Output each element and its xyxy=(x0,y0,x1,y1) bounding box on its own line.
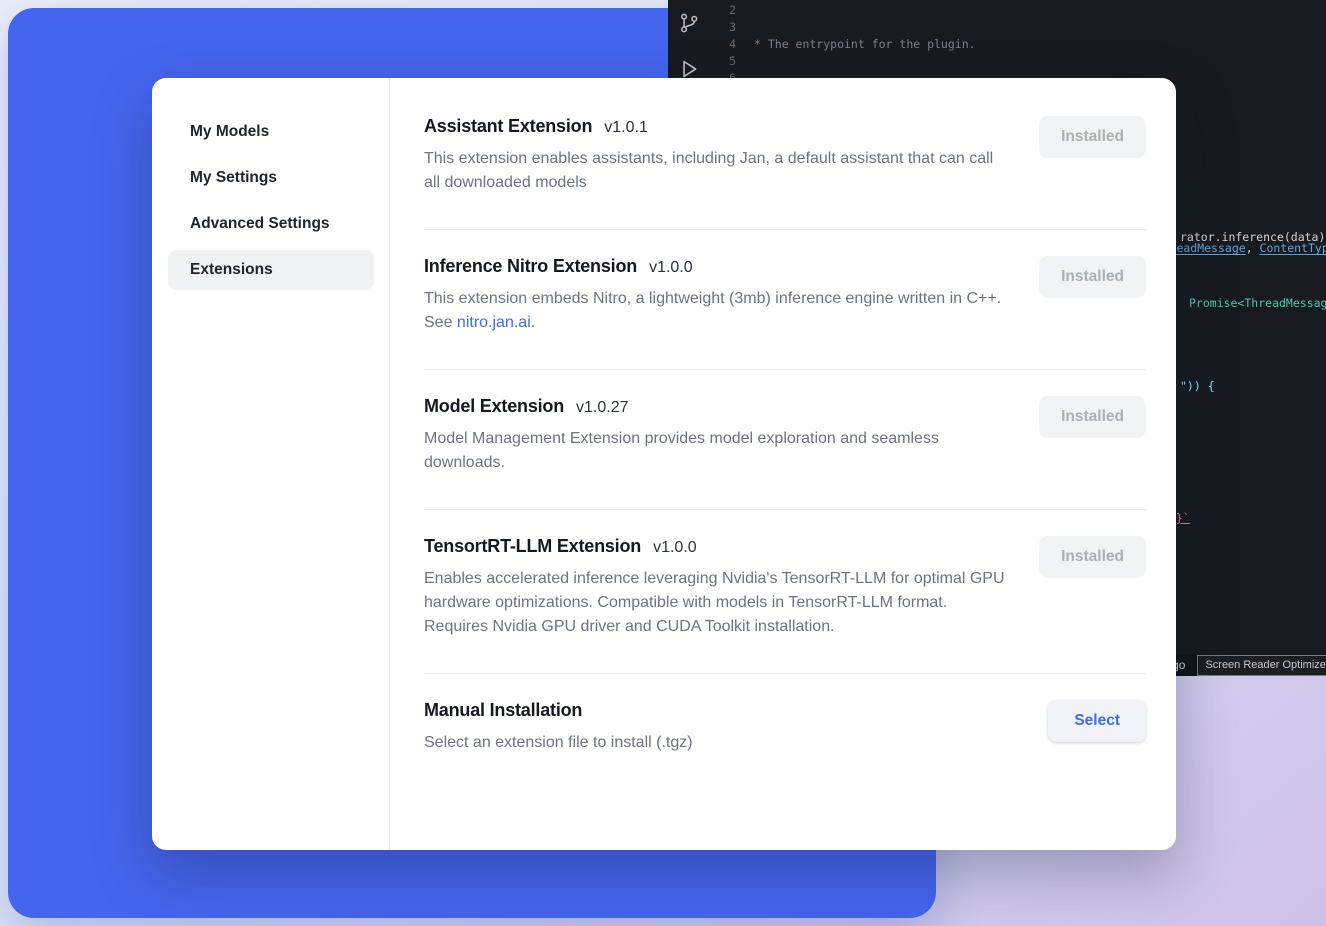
section-title: Manual Installation xyxy=(424,700,582,721)
sidebar-item-my-models[interactable]: My Models xyxy=(168,112,374,152)
section-version: v1.0.1 xyxy=(604,119,648,137)
installed-button: Installed xyxy=(1039,536,1146,578)
installed-button: Installed xyxy=(1039,396,1146,438)
screen-reader-badge[interactable]: Screen Reader Optimized xyxy=(1197,655,1326,676)
code-fragment: ")) { xyxy=(1180,378,1215,395)
manual-installation-section: Manual Installation Select an extension … xyxy=(424,674,1146,755)
code-line: * The entrypoint for the plugin. xyxy=(754,36,1326,53)
gutter-line: 4 xyxy=(714,36,736,53)
gutter-line: 3 xyxy=(714,19,736,36)
section-title: Inference Nitro Extension xyxy=(424,256,637,277)
section-description: Model Management Extension provides mode… xyxy=(424,427,1009,475)
installed-button: Installed xyxy=(1039,116,1146,158)
section-title: TensortRT-LLM Extension xyxy=(424,536,641,557)
section-description: This extension embeds Nitro, a lightweig… xyxy=(424,287,1009,335)
nitro-jan-ai-link[interactable]: nitro.jan.ai xyxy=(457,314,531,331)
gutter-line: 5 xyxy=(714,53,736,70)
code-fragment: rator.inference(data)); xyxy=(1180,229,1326,246)
section-description: Enables accelerated inference leveraging… xyxy=(424,567,1009,639)
installed-button: Installed xyxy=(1039,256,1146,298)
section-version: v1.0.0 xyxy=(653,539,697,557)
section-title: Model Extension xyxy=(424,396,564,417)
extension-section-tensorrt: TensortRT-LLM Extension v1.0.0 Enables a… xyxy=(424,510,1146,674)
sidebar-item-extensions[interactable]: Extensions xyxy=(168,250,374,290)
sidebar-item-my-settings[interactable]: My Settings xyxy=(168,158,374,198)
settings-sidebar: My Models My Settings Advanced Settings … xyxy=(152,78,390,850)
extensions-panel: Assistant Extension v1.0.1 This extensio… xyxy=(390,78,1176,850)
extension-section-nitro: Inference Nitro Extension v1.0.0 This ex… xyxy=(424,230,1146,370)
editor-gutter: 2 3 4 5 6 xyxy=(714,2,736,87)
sidebar-item-advanced-settings[interactable]: Advanced Settings xyxy=(168,204,374,244)
section-description: Select an extension file to install (.tg… xyxy=(424,731,693,755)
section-version: v1.0.0 xyxy=(649,259,693,277)
section-version: v1.0.27 xyxy=(576,399,628,417)
extension-section-model: Model Extension v1.0.27 Model Management… xyxy=(424,370,1146,510)
source-control-icon[interactable] xyxy=(678,12,700,39)
settings-modal: My Models My Settings Advanced Settings … xyxy=(152,78,1176,850)
select-button[interactable]: Select xyxy=(1048,700,1146,742)
extension-section-assistant: Assistant Extension v1.0.1 This extensio… xyxy=(424,108,1146,230)
section-title: Assistant Extension xyxy=(424,116,592,137)
code-fragment: Promise<ThreadMessage> xyxy=(1189,295,1326,312)
section-description: This extension enables assistants, inclu… xyxy=(424,147,1009,195)
gutter-line: 2 xyxy=(714,2,736,19)
